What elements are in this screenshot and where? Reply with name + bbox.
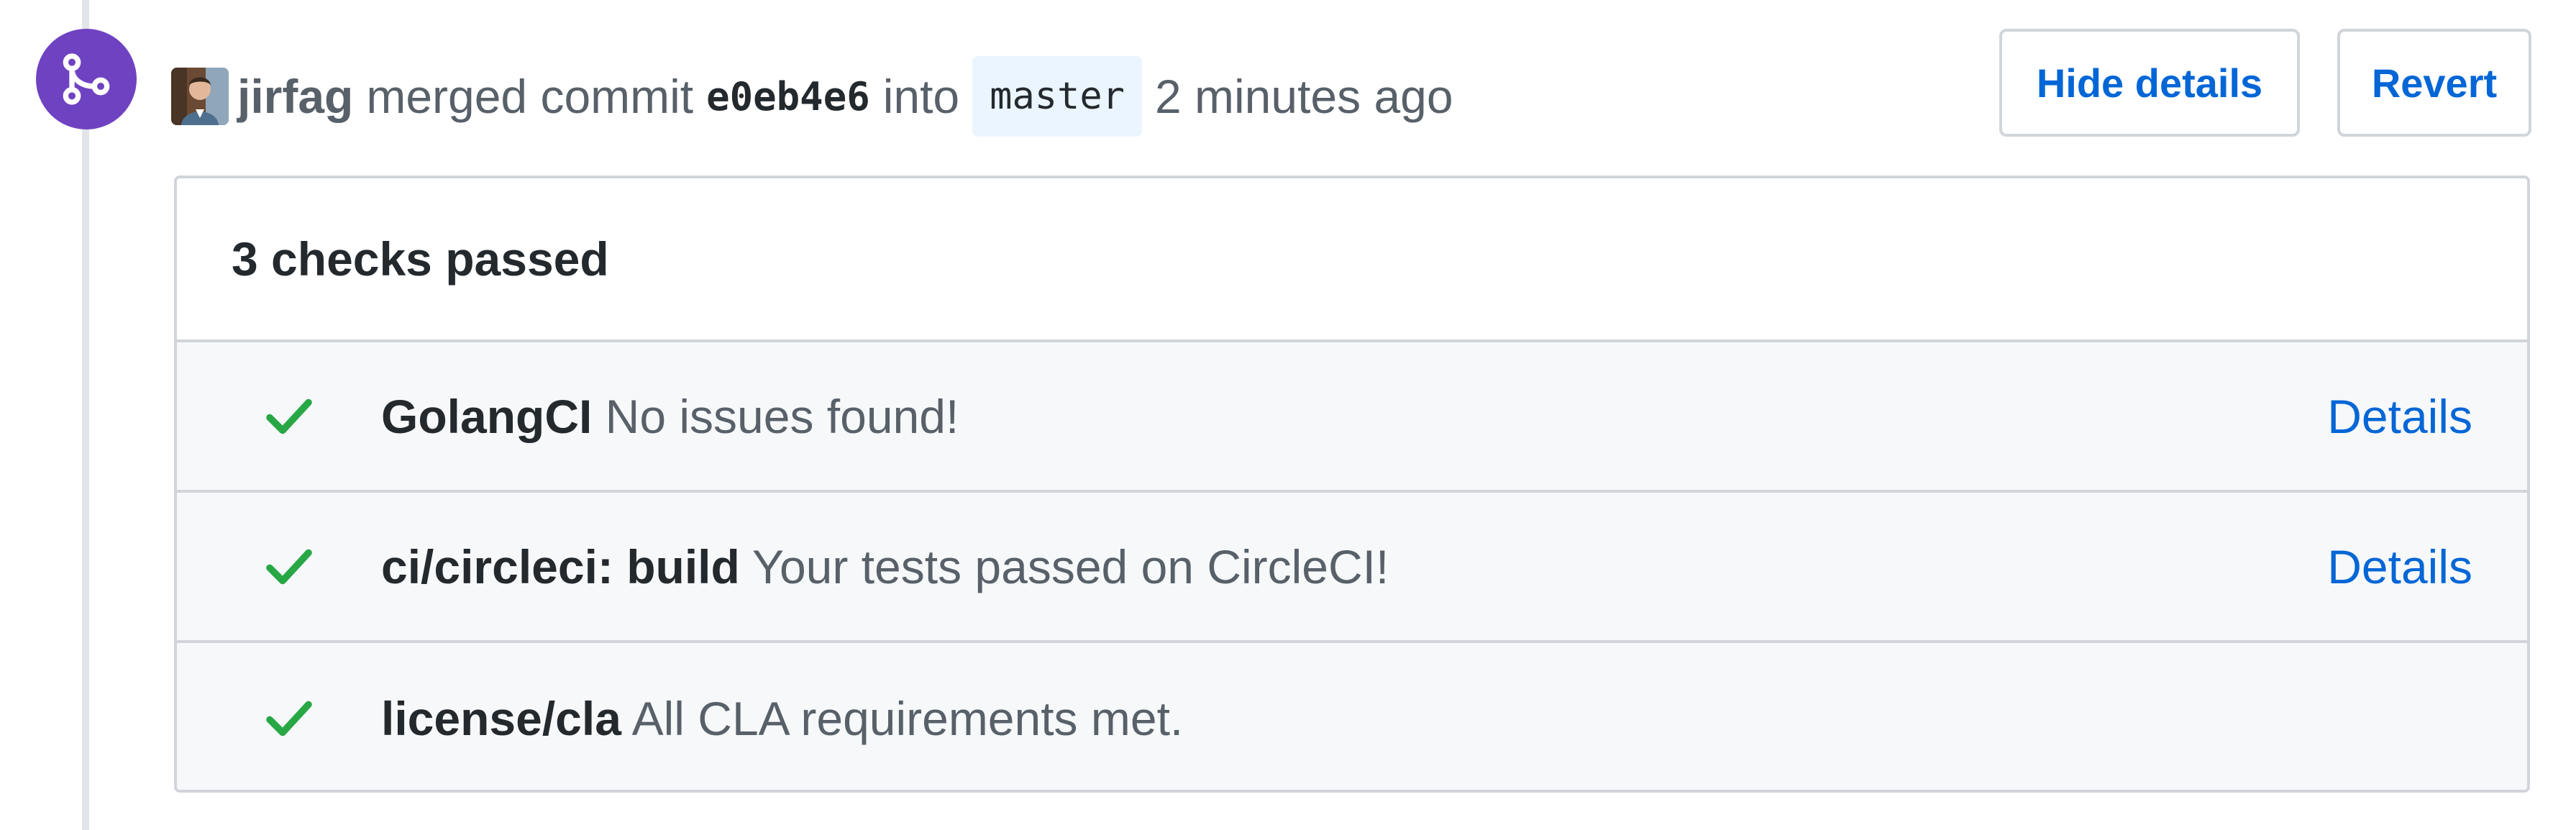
check-text: license/cla All CLA requirements met. [381,691,1183,746]
check-description: All CLA requirements met. [631,691,1184,745]
checks-summary: 3 checks passed [177,178,2527,342]
action-text: merged commit [366,70,694,123]
check-row: license/cla All CLA requirements met. [177,643,2527,790]
checks-panel: 3 checks passed GolangCI No issues found… [174,175,2530,793]
check-name: GolangCI [381,389,593,443]
check-text: GolangCI No issues found! [381,389,959,444]
merge-event-header: jirfag merged commit e0eb4e6 into master… [171,53,1453,140]
revert-button[interactable]: Revert [2337,29,2531,137]
check-name: license/cla [381,691,621,745]
avatar[interactable] [171,68,229,125]
check-description: No issues found! [605,389,959,443]
check-icon [263,541,315,593]
check-icon [263,391,315,442]
check-text: ci/circleci: build Your tests passed on … [381,539,1389,594]
author-link[interactable]: jirfag [237,69,353,124]
check-description: Your tests passed on CircleCI! [752,539,1389,593]
git-merge-icon [36,29,137,129]
hide-details-button[interactable]: Hide details [1999,29,2300,137]
check-row: GolangCI No issues found! Details [177,342,2527,493]
check-details-link[interactable]: Details [2327,389,2472,444]
check-row: ci/circleci: build Your tests passed on … [177,493,2527,643]
timestamp[interactable]: 2 minutes ago [1155,69,1453,124]
into-text: into [882,70,960,123]
check-name: ci/circleci: build [381,539,740,593]
check-details-link[interactable]: Details [2327,539,2472,594]
commit-sha-link[interactable]: e0eb4e6 [706,74,870,119]
check-icon [263,693,315,744]
branch-label[interactable]: master [972,56,1142,137]
